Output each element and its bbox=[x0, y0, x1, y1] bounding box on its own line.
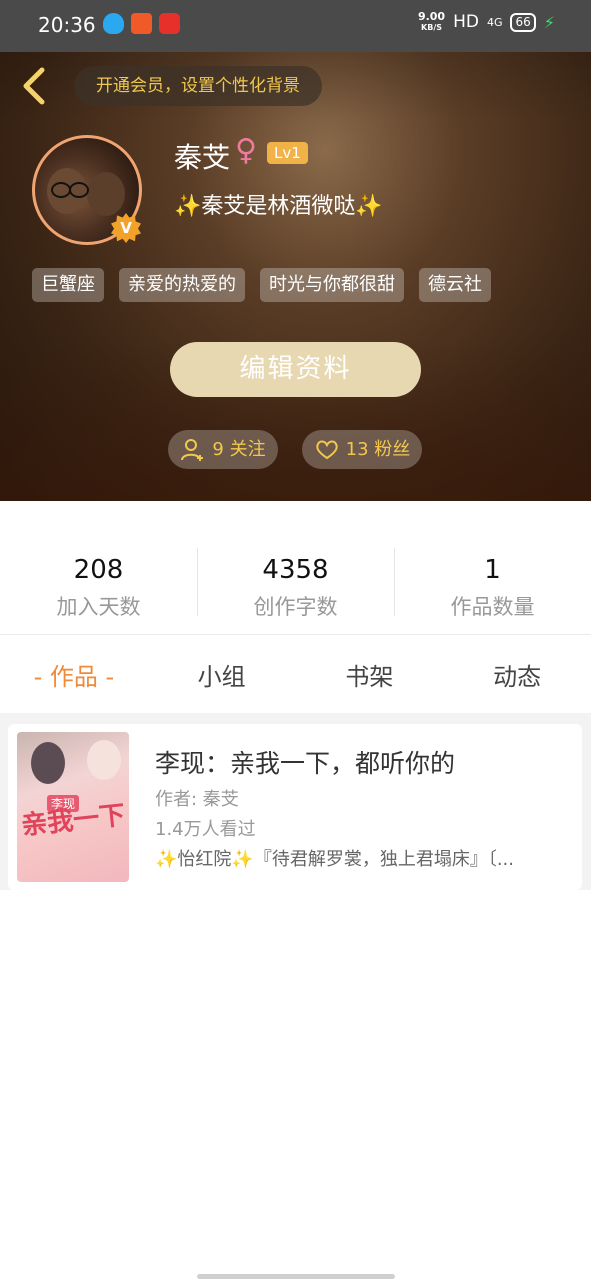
female-icon: ♀ bbox=[235, 133, 257, 168]
app-icon bbox=[131, 13, 152, 34]
stat-label: 创作字数 bbox=[253, 595, 338, 619]
charging-icon: ⚡ bbox=[543, 12, 555, 32]
net-speed-unit: KB/S bbox=[421, 23, 442, 32]
signal-icon: 4G bbox=[486, 15, 503, 29]
book-cover[interactable]: 李现 亲我一下 都听你的 bbox=[17, 732, 129, 882]
stats-row: 208 加入天数 4358 创作字数 1 作品数量 bbox=[0, 501, 591, 635]
stat-word-count: 4358 创作字数 bbox=[197, 501, 394, 634]
hd-indicator: HD bbox=[453, 12, 479, 32]
stat-label: 作品数量 bbox=[450, 595, 535, 619]
heart-plus-icon bbox=[315, 440, 338, 459]
stat-value: 1 bbox=[484, 555, 501, 585]
followers-button[interactable]: 13 粉丝 bbox=[302, 430, 422, 469]
battery-icon: 66 bbox=[510, 12, 536, 32]
tab-works[interactable]: - 作品 - bbox=[0, 635, 148, 713]
tab-groups[interactable]: 小组 bbox=[148, 635, 296, 713]
tag[interactable]: 巨蟹座 bbox=[32, 268, 104, 302]
status-indicators: 9.00 KB/S HD 4G 66 ⚡ bbox=[418, 11, 555, 33]
edit-profile-button[interactable]: 编辑资料 bbox=[170, 342, 421, 397]
status-time: 20:36 bbox=[38, 13, 96, 37]
stat-label: 加入天数 bbox=[56, 595, 141, 619]
book-author: 作者: 秦芠 bbox=[155, 789, 239, 810]
chevron-left-icon bbox=[23, 67, 45, 105]
book-views: 1.4万人看过 bbox=[155, 819, 256, 840]
status-bar: 20:36 9.00 KB/S HD 4G 66 ⚡ bbox=[0, 0, 591, 52]
cover-figure bbox=[31, 742, 65, 784]
tag[interactable]: 亲爱的热爱的 bbox=[119, 268, 245, 302]
tab-bookshelf[interactable]: 书架 bbox=[296, 635, 444, 713]
username: 秦芠 bbox=[174, 141, 231, 174]
tag[interactable]: 德云社 bbox=[419, 268, 491, 302]
stat-value: 208 bbox=[73, 555, 124, 585]
book-title: 李现：亲我一下，都听你的 bbox=[155, 749, 456, 778]
tab-activity[interactable]: 动态 bbox=[443, 635, 591, 713]
work-card[interactable]: 李现 亲我一下 都听你的 李现：亲我一下，都听你的 作者: 秦芠 1.4万人看过… bbox=[8, 724, 582, 890]
vip-banner[interactable]: 开通会员，设置个性化背景 bbox=[74, 66, 322, 106]
tag-list: 巨蟹座 亲爱的热爱的 时光与你都很甜 德云社 bbox=[32, 268, 491, 302]
user-add-icon bbox=[181, 438, 204, 461]
avatar-bear bbox=[87, 172, 125, 216]
following-button[interactable]: 9 关注 bbox=[168, 430, 278, 469]
cover-figure bbox=[87, 740, 121, 780]
net-speed: 9.00 KB/S bbox=[418, 11, 445, 33]
stat-join-days: 208 加入天数 bbox=[0, 501, 197, 634]
avatar-glasses bbox=[51, 182, 71, 198]
home-indicator[interactable] bbox=[197, 1274, 395, 1279]
netease-music-icon bbox=[159, 13, 180, 34]
status-app-icons bbox=[103, 13, 180, 34]
book-description: ✨怡红院✨『待君解罗裳，独上君塌床』〔... bbox=[155, 849, 514, 870]
tag[interactable]: 时光与你都很甜 bbox=[260, 268, 404, 302]
following-count: 9 关注 bbox=[212, 439, 266, 460]
tab-bar: - 作品 - 小组 书架 动态 bbox=[0, 635, 591, 713]
signature: ✨秦芠是林酒微哒✨ bbox=[174, 194, 383, 219]
back-button[interactable] bbox=[16, 66, 52, 106]
followers-count: 13 粉丝 bbox=[345, 439, 411, 460]
stat-value: 4358 bbox=[262, 555, 329, 585]
level-badge: Lv1 bbox=[267, 142, 308, 164]
stat-works-count: 1 作品数量 bbox=[394, 501, 591, 634]
avatar-glasses bbox=[69, 182, 89, 198]
qq-icon bbox=[103, 13, 124, 34]
